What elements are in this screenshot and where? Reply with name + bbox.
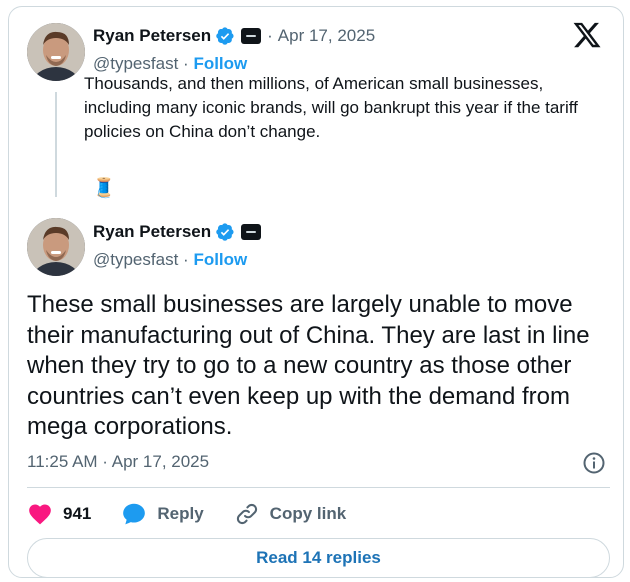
separator-dot: · <box>183 250 189 269</box>
quoted-date[interactable]: Apr 17, 2025 <box>278 26 375 46</box>
info-icon[interactable] <box>582 451 606 475</box>
verified-badge-icon <box>216 27 234 45</box>
author-name[interactable]: Ryan Petersen <box>93 26 211 46</box>
like-button[interactable]: 941 <box>27 501 91 527</box>
reply-label: Reply <box>157 504 204 523</box>
avatar-portrait <box>27 23 85 81</box>
tweet-timestamp[interactable]: 11:25 AM · Apr 17, 2025 <box>27 452 209 472</box>
read-replies-button[interactable]: Read 14 replies <box>27 538 610 578</box>
thread-connector-line <box>55 92 57 197</box>
follow-button[interactable]: Follow <box>193 250 247 269</box>
divider <box>27 487 610 488</box>
avatar-portrait <box>27 218 85 276</box>
thread-emoji: 🧵 <box>92 178 116 199</box>
author-name[interactable]: Ryan Petersen <box>93 222 211 242</box>
author-handle[interactable]: @typesfast <box>93 250 178 269</box>
copy-link-button[interactable]: Copy link <box>234 501 347 527</box>
main-tweet-text: These small businesses are largely unabl… <box>27 291 590 440</box>
follow-button[interactable]: Follow <box>193 54 247 73</box>
affiliate-badge-icon[interactable] <box>241 224 262 240</box>
author-handle[interactable]: @typesfast <box>93 54 178 73</box>
quoted-handle-row: @typesfast · Follow <box>93 54 247 74</box>
like-count: 941 <box>63 504 92 523</box>
quoted-tweet-text: Thousands, and then millions, of America… <box>84 74 578 141</box>
copy-link-label: Copy link <box>269 504 347 523</box>
verified-badge-icon <box>216 223 234 241</box>
author-avatar[interactable] <box>27 23 85 81</box>
main-handle-row: @typesfast · Follow <box>93 250 247 270</box>
separator-dot: · <box>183 54 189 73</box>
author-avatar[interactable] <box>27 218 85 276</box>
speech-bubble-icon <box>123 503 146 525</box>
affiliate-badge-icon[interactable] <box>241 28 262 44</box>
main-author-row: Ryan Petersen <box>93 220 262 244</box>
separator-dot: · <box>267 26 273 45</box>
quoted-author-row: Ryan Petersen · Apr 17, 2025 <box>93 24 375 48</box>
x-logo-icon[interactable] <box>572 20 602 50</box>
heart-icon <box>29 504 51 525</box>
action-bar: 941 Reply Copy link <box>27 498 376 530</box>
reply-button[interactable]: Reply <box>121 501 204 527</box>
link-icon <box>236 503 257 525</box>
